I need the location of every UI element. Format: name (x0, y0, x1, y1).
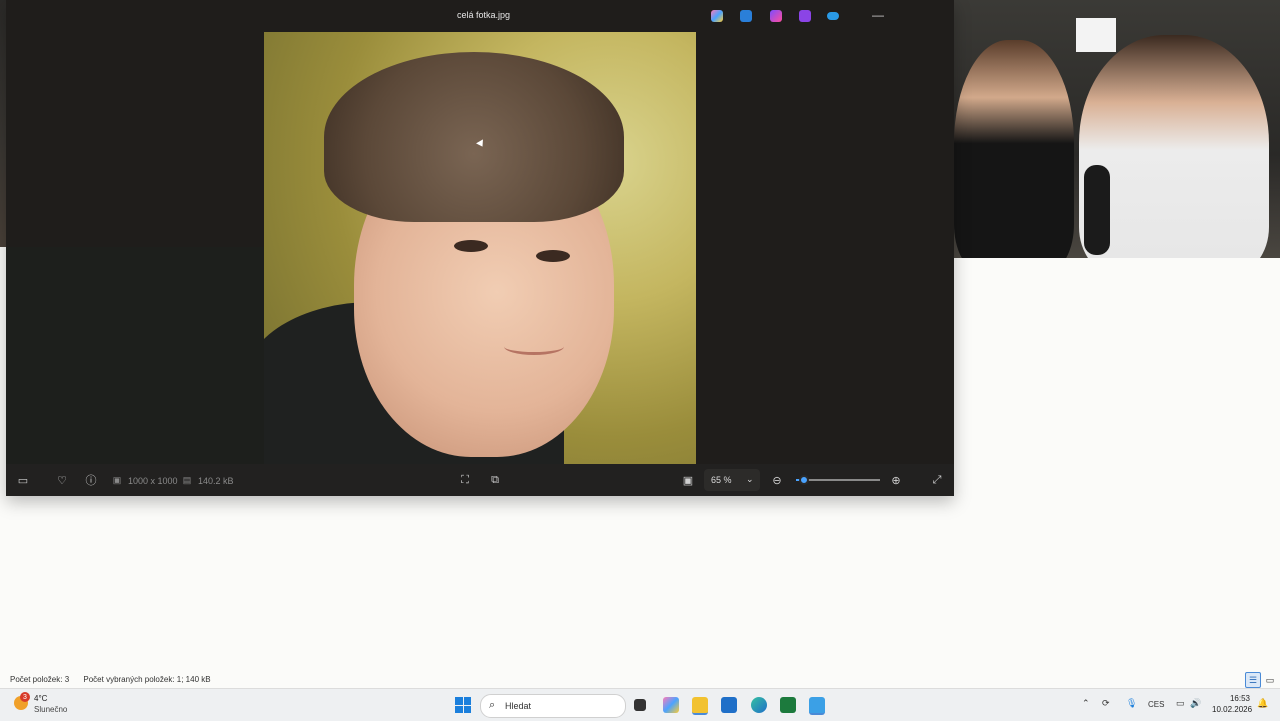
filmstrip-icon[interactable]: ▭ (16, 473, 30, 487)
taskbar-search[interactable]: ⌕ Hledat (480, 694, 626, 718)
zoom-in-icon[interactable]: ⊕ (889, 473, 903, 487)
mic-icon[interactable]: 🎙 (1126, 698, 1137, 709)
tiles-view-icon[interactable]: ▭ (1262, 672, 1278, 688)
streamer-figure-1 (954, 40, 1074, 258)
explorer-status-bar: Počet položek: 3 Počet vybraných položek… (10, 675, 211, 684)
clock[interactable]: 16:53 10.02.2026 (1212, 693, 1253, 715)
language-indicator[interactable]: CES (1148, 700, 1164, 709)
photos-edit-icon[interactable] (740, 10, 752, 22)
outlook-icon[interactable] (721, 697, 737, 713)
fit-to-window-icon[interactable]: ▣ (681, 473, 695, 487)
weather-description: Slunečno (34, 705, 68, 714)
left-eye (454, 240, 488, 252)
file-size: 140.2 kB (198, 476, 234, 486)
zoom-level-select[interactable]: 65 % ⌄ (704, 469, 760, 491)
window-title: celá fotka.jpg (457, 10, 511, 20)
task-view-icon[interactable] (634, 699, 646, 711)
info-icon[interactable]: ⓘ (84, 473, 98, 487)
wifi-icon[interactable]: ▭ (1176, 698, 1185, 709)
displayed-photo (264, 32, 696, 464)
weather-temperature: 4°C (34, 694, 48, 703)
minimize-icon[interactable]: — (872, 8, 884, 22)
onedrive-icon[interactable] (827, 12, 839, 20)
viewer-toolbar: ▭ ♡ ⓘ ▣ 1000 x 1000 ▤ 140.2 kB ⛶ ⧉ ▣ 65 … (6, 464, 954, 496)
microphone (1084, 165, 1110, 255)
expand-icon[interactable]: ⤢ (930, 473, 944, 487)
dimensions-icon: ▣ (112, 474, 122, 485)
photos-app-icon[interactable] (809, 697, 825, 715)
selected-count: Počet vybraných položek: 1; 140 kB (83, 675, 211, 684)
chevron-down-icon: ⌄ (746, 474, 754, 484)
file-size-icon: ▤ (182, 474, 192, 485)
start-button[interactable] (455, 697, 471, 713)
image-dimensions: 1000 x 1000 (128, 476, 178, 486)
crop-icon[interactable]: ⛶ (458, 473, 472, 487)
details-view-icon[interactable]: ☰ (1245, 672, 1261, 688)
photos-viewer-window: celá fotka.jpg — ▭ ♡ ⓘ ▣ 1000 x 1000 ▤ 1… (6, 0, 954, 496)
taskbar: 3 4°C Slunečno ⌕ Hledat ⌃ ⟳ 🎙 CES ▭ 🔊 16… (0, 688, 1280, 721)
heart-icon[interactable]: ♡ (55, 473, 69, 487)
hair (324, 52, 624, 222)
right-eye (536, 250, 570, 262)
search-icon: ⌕ (489, 699, 496, 711)
terminal-icon[interactable] (780, 697, 796, 713)
copilot-icon[interactable] (711, 10, 723, 22)
chevron-up-icon[interactable]: ⌃ (1082, 698, 1090, 709)
viewer-titlebar: celá fotka.jpg — (307, 0, 954, 32)
sync-icon[interactable]: ⟳ (1102, 698, 1110, 709)
mouth (504, 338, 564, 355)
zoom-level: 65 % (711, 475, 732, 485)
file-explorer-icon[interactable] (692, 697, 708, 715)
clipchamp-icon[interactable] (770, 10, 782, 22)
date: 10.02.2026 (1212, 705, 1253, 714)
visual-search-icon[interactable]: ⧉ (488, 473, 502, 487)
copilot-app-icon[interactable] (663, 697, 679, 713)
items-count: Počet položek: 3 (10, 675, 70, 684)
zoom-out-icon[interactable]: ⊖ (770, 473, 784, 487)
volume-icon[interactable]: 🔊 (1190, 698, 1201, 709)
video-editor-icon[interactable] (799, 10, 811, 22)
zoom-slider-thumb[interactable] (799, 475, 810, 485)
side-panel (6, 247, 264, 464)
search-placeholder: Hledat (505, 701, 532, 711)
edge-icon[interactable] (751, 697, 767, 713)
weather-badge: 3 (20, 692, 30, 702)
zoom-slider[interactable] (796, 475, 880, 485)
notification-icon[interactable]: 🔔 (1257, 698, 1268, 709)
time: 16:53 (1229, 694, 1250, 703)
door (1076, 18, 1116, 52)
